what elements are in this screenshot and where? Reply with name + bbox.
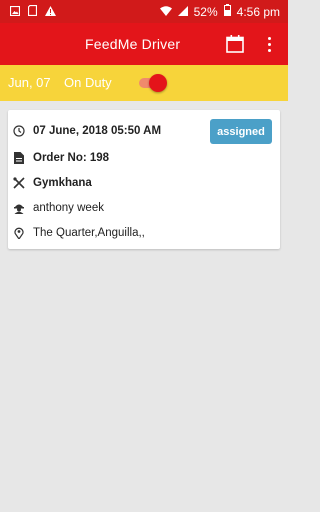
order-datetime: 07 June, 2018 05:50 AM xyxy=(33,125,162,137)
toggle-thumb xyxy=(149,74,167,92)
utensils-icon xyxy=(12,176,26,190)
status-left xyxy=(0,4,56,19)
duty-toggle[interactable] xyxy=(137,74,167,92)
driver-icon xyxy=(12,201,26,215)
duty-bar: Jun, 07 On Duty xyxy=(0,65,288,101)
status-badge: assigned xyxy=(210,119,272,144)
location-pin-icon xyxy=(12,226,26,240)
duty-date: Jun, 07 xyxy=(8,75,51,90)
battery-icon xyxy=(223,4,231,19)
duty-status-label: On Duty xyxy=(64,75,112,90)
battery-percent: 52% xyxy=(193,4,218,19)
restaurant-name: Gymkhana xyxy=(33,177,92,189)
customer-row: anthony week xyxy=(12,198,104,218)
status-bar: 52% 4:56 pm xyxy=(0,0,288,23)
order-card[interactable]: 07 June, 2018 05:50 AM assigned Order No… xyxy=(8,110,280,249)
document-icon xyxy=(12,151,26,165)
more-vert-icon[interactable] xyxy=(261,33,277,55)
image-icon xyxy=(9,5,21,19)
clock-icon xyxy=(12,124,26,138)
address-row: The Quarter,Anguilla,, xyxy=(12,223,145,243)
restaurant-row: Gymkhana xyxy=(12,173,92,193)
order-number-row: Order No: 198 xyxy=(12,148,109,168)
app-bar: FeedMe Driver xyxy=(0,23,288,65)
wifi-icon xyxy=(159,5,172,19)
warning-icon xyxy=(45,5,56,19)
address: The Quarter,Anguilla,, xyxy=(33,227,145,239)
signal-icon xyxy=(177,5,188,19)
order-number: Order No: 198 xyxy=(33,152,110,164)
customer-name: anthony week xyxy=(33,202,104,214)
calendar-icon[interactable] xyxy=(225,34,245,54)
order-datetime-row: 07 June, 2018 05:50 AM xyxy=(12,121,161,141)
status-time: 4:56 pm xyxy=(236,4,280,19)
status-right: 52% 4:56 pm xyxy=(159,4,288,19)
sd-card-icon xyxy=(27,4,38,19)
app-title: FeedMe Driver xyxy=(85,36,181,52)
